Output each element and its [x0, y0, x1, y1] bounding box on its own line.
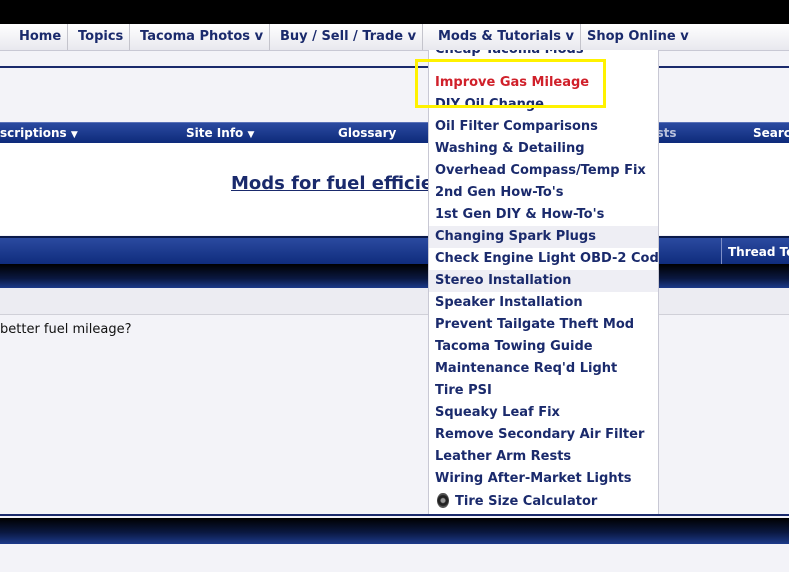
thread-title-area: Mods for fuel efficie [0, 143, 789, 235]
menu-item-2nd-gen-how-tos[interactable]: 2nd Gen How-To's [435, 182, 564, 204]
dropdown-arrow-icon: ▼ [70, 130, 78, 140]
nav-topics[interactable]: Topics [72, 24, 131, 50]
mods-tutorials-dropdown: Cheap Tacoma Mods Improve Gas Mileage DI… [428, 50, 659, 514]
thread-tools-button[interactable]: Thread Too [721, 238, 789, 266]
header-panel [0, 68, 789, 120]
menu-item-tire-psi[interactable]: Tire PSI [435, 380, 492, 402]
menu-item-overhead-compass[interactable]: Overhead Compass/Temp Fix [435, 160, 646, 182]
post-body-text: better fuel mileage? [0, 322, 132, 337]
top-black-bar [0, 0, 789, 24]
thread-toolbar: Thread Too [0, 236, 789, 266]
menu-item-tire-size-calculator[interactable]: Tire Size Calculator [437, 491, 597, 513]
menu-item-maintenance-light[interactable]: Maintenance Req'd Light [435, 358, 617, 380]
subnav-glossary[interactable]: Glossary [338, 123, 396, 143]
menu-item-squeaky-leaf-fix[interactable]: Squeaky Leaf Fix [435, 402, 560, 424]
subnav-site-info[interactable]: Site Info ▼ [186, 123, 254, 143]
post-header-strip [0, 288, 789, 315]
menu-item-wiring-lights[interactable]: Wiring After-Market Lights [435, 468, 632, 490]
main-nav: Home Topics Tacoma Photos v Buy / Sell /… [0, 24, 789, 51]
menu-item-speaker-installation[interactable]: Speaker Installation [435, 292, 583, 314]
dark-gradient-bar [0, 264, 789, 288]
tire-icon [437, 493, 449, 508]
menu-item-changing-spark-plugs[interactable]: Changing Spark Plugs [435, 226, 596, 248]
highlight-callout-box [415, 59, 606, 108]
subnav-subscriptions-label: scriptions [0, 126, 67, 140]
nav-mods-tutorials[interactable]: Mods & Tutorials v [432, 24, 581, 50]
menu-item-1st-gen-diy[interactable]: 1st Gen DIY & How-To's [435, 204, 604, 226]
nav-buy-sell-trade[interactable]: Buy / Sell / Trade v [274, 24, 424, 50]
sub-nav-bar: scriptions ▼ Site Info ▼ Glossary New Po… [0, 122, 789, 144]
subnav-search[interactable]: Search [753, 123, 789, 143]
menu-item-tire-size-calculator-label: Tire Size Calculator [455, 494, 598, 509]
menu-item-stereo-installation[interactable]: Stereo Installation [435, 270, 571, 292]
nav-tacoma-photos[interactable]: Tacoma Photos v [134, 24, 271, 50]
menu-item-washing-detailing[interactable]: Washing & Detailing [435, 138, 585, 160]
thread-title-link[interactable]: Mods for fuel efficie [231, 173, 433, 194]
dark-gradient-bar-bottom [0, 518, 789, 544]
menu-item-leather-arm-rests[interactable]: Leather Arm Rests [435, 446, 571, 468]
subnav-site-info-label: Site Info [186, 126, 244, 140]
menu-item-check-engine-light[interactable]: Check Engine Light OBD-2 Codes [435, 248, 658, 270]
dropdown-arrow-icon: ▼ [247, 130, 255, 140]
subnav-subscriptions[interactable]: scriptions ▼ [0, 123, 78, 143]
menu-item-oil-filter-comparisons[interactable]: Oil Filter Comparisons [435, 116, 598, 138]
menu-item-prevent-tailgate-theft[interactable]: Prevent Tailgate Theft Mod [435, 314, 634, 336]
nav-home[interactable]: Home [13, 24, 69, 50]
menu-item-tacoma-towing-guide[interactable]: Tacoma Towing Guide [435, 336, 593, 358]
divider-rule [0, 514, 789, 516]
menu-item-remove-secondary-air-filter[interactable]: Remove Secondary Air Filter [435, 424, 644, 446]
nav-shop-online[interactable]: Shop Online v [581, 24, 695, 50]
